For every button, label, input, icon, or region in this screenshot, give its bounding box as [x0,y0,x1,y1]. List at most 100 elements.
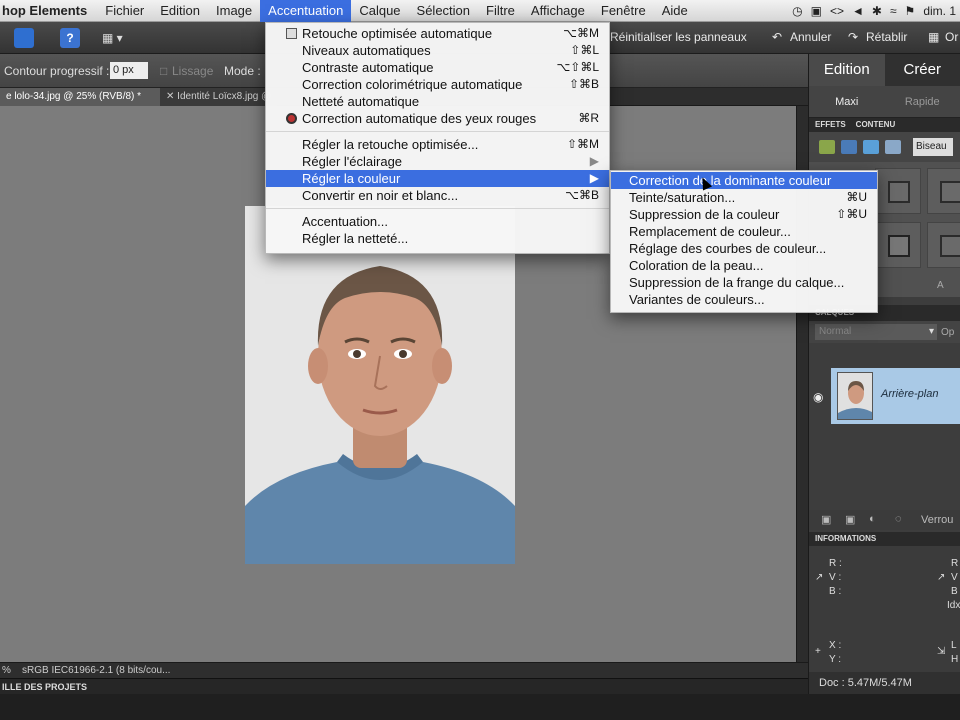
tab-contenu[interactable]: CONTENU [856,118,896,132]
redo-icon[interactable]: ↷ [848,30,858,44]
red-eye-icon [286,113,297,124]
wifi-icon[interactable]: ≈ [890,4,897,18]
tab-edition[interactable]: Edition [809,54,885,86]
menu-accentuation[interactable]: Accentuation [260,0,352,22]
document-photo[interactable] [245,206,515,564]
blend-mode-select[interactable]: Normal ▾ [815,324,937,340]
apply-button[interactable]: A [937,280,944,291]
tab-identite-label: Identité Loïcx8.jpg @ [177,91,272,102]
menu-image[interactable]: Image [208,0,260,22]
feather-label: Contour progressif : [4,64,110,78]
shortcut-label: ⇧⌘L [570,43,599,57]
menu-item-auto-smart-fix[interactable]: Retouche optimisée automatique ⌥⌘M [266,25,609,42]
bevel-thumbnail[interactable] [875,168,921,214]
menu-item-auto-sharpen[interactable]: Netteté automatique [266,93,609,110]
save-icon[interactable] [14,28,34,48]
menu-item-skin-tone[interactable]: Coloration de la peau... [611,257,877,274]
all-effects-icon[interactable] [885,140,901,154]
app-name[interactable]: hop Elements [0,3,97,18]
menu-item-adjust-sharpness[interactable]: Régler la netteté... [266,230,609,247]
menu-affichage[interactable]: Affichage [523,0,593,22]
eye-icon[interactable]: ◉ [813,390,823,404]
close-icon[interactable]: ✕ [166,91,177,102]
undo-icon[interactable]: ↶ [772,30,782,44]
eyedropper-icon[interactable]: ↗ [937,572,945,583]
menu-fenetre[interactable]: Fenêtre [593,0,654,22]
menu-selection[interactable]: Sélection [409,0,478,22]
menu-item-label: Contraste automatique [302,60,434,75]
menu-item-adjust-lighting[interactable]: Régler l'éclairage ▶ [266,153,609,170]
menu-edition[interactable]: Edition [152,0,208,22]
menu-item-label: Variantes de couleurs... [629,292,765,307]
menu-separator [266,208,609,209]
menu-calque[interactable]: Calque [351,0,408,22]
project-bin-header: ILLE DES PROJETS [0,678,808,694]
bevel-thumbnail[interactable] [875,222,921,268]
tab-maxi[interactable]: Maxi [809,86,885,117]
menu-item-auto-red-eye[interactable]: Correction automatique des yeux rouges ⌘… [266,110,609,127]
photo-effects-icon[interactable] [863,140,879,154]
layer-row[interactable]: ◉ Arrière-plan [809,366,960,426]
tab-lolo-34[interactable]: e lolo-34.jpg @ 25% (RVB/8) * [0,88,160,106]
bevel-thumbnail[interactable] [927,168,960,214]
adjustment-layer-icon[interactable]: ▣ [845,513,855,526]
code-icon[interactable]: <> [830,4,844,18]
menu-item-color-variations[interactable]: Variantes de couleurs... [611,291,877,308]
menu-filtre[interactable]: Filtre [478,0,523,22]
menu-item-replace-color[interactable]: Remplacement de couleur... [611,223,877,240]
help-icon[interactable]: ? [60,28,80,48]
menu-item-auto-contrast[interactable]: Contraste automatique ⌥⇧⌘L [266,59,609,76]
tab-rapide[interactable]: Rapide [885,86,960,117]
bluetooth-icon[interactable]: ✱ [872,4,882,18]
color-profile-readout[interactable]: sRGB IEC61966-2.1 (8 bits/cou... [22,663,170,679]
layer-thumbnail [837,372,873,420]
project-bin-label[interactable]: ILLE DES PROJETS [2,679,87,695]
volume-icon[interactable]: ◄ [852,4,864,18]
menu-item-remove-color[interactable]: Suppression de la couleur ⇧⌘U [611,206,877,223]
menu-item-remove-color-cast[interactable]: Correction de la dominante couleur [611,172,877,189]
display-icon[interactable]: ▣ [811,4,822,18]
menu-item-adjust-smart-fix[interactable]: Régler la retouche optimisée... ⇧⌘M [266,136,609,153]
menu-aide[interactable]: Aide [654,0,696,22]
menu-fichier[interactable]: Fichier [97,0,152,22]
clock-text[interactable]: dim. 1 [923,4,956,18]
tab-creer[interactable]: Créer [884,54,960,86]
zoom-readout[interactable]: % [2,663,11,679]
menu-item-label: Suppression de la frange du calque... [629,275,845,290]
info-panel-header: INFORMATIONS [809,532,960,546]
shortcut-label: ⌥⌘M [563,26,599,40]
organizer-icon[interactable]: ▦ [928,30,939,44]
tab-identite-loic[interactable]: ✕ Identité Loïcx8.jpg @ [160,88,278,106]
menu-item-auto-color-correction[interactable]: Correction colorimétrique automatique ⇧⌘… [266,76,609,93]
reset-panels-button[interactable]: Réinitialiser les panneaux [610,30,747,44]
filters-icon[interactable] [819,140,835,154]
clock-icon[interactable]: ◷ [792,4,802,18]
smoothing-checkbox[interactable]: □ [160,64,167,78]
menu-item-color-curves[interactable]: Réglage des courbes de couleur... [611,240,877,257]
auto-smart-fix-icon [286,28,297,39]
lock-label[interactable]: Verrou [921,514,953,526]
feather-input[interactable]: 0 px [110,62,148,79]
tab-effets[interactable]: EFFETS [815,118,846,132]
menu-item-auto-levels[interactable]: Niveaux automatiques ⇧⌘L [266,42,609,59]
flag-icon[interactable]: ⚑ [905,4,916,18]
undo-button[interactable]: Annuler [790,30,831,44]
layer-styles-icon[interactable] [841,140,857,154]
menu-item-defringe[interactable]: Suppression de la frange du calque... [611,274,877,291]
edit-mode-tabs: Maxi Rapide [809,86,960,118]
new-layer-icon[interactable]: ▣ [821,513,831,526]
effects-style-dropdown[interactable]: Biseau [913,138,953,156]
layer-name[interactable]: Arrière-plan [881,388,938,400]
menu-item-hue-saturation[interactable]: Teinte/saturation... ⌘U [611,189,877,206]
menu-item-unsharp-mask[interactable]: Accentuation... [266,213,609,230]
doc-size-readout[interactable]: Doc : 5.47M/5.47M [809,672,960,694]
layout-menu-icon[interactable]: ▦ ▾ [102,28,132,48]
bevel-thumbnail[interactable] [927,222,960,268]
organizer-button[interactable]: Or [945,30,958,44]
eyedropper-icon[interactable]: ↗ [815,572,823,583]
contrast-icon[interactable]: ◐ [869,513,876,525]
redo-button[interactable]: Rétablir [866,30,907,44]
link-icon[interactable]: ◌ [895,513,902,525]
menu-item-adjust-color[interactable]: Régler la couleur ▶ [266,170,609,187]
menu-item-convert-bw[interactable]: Convertir en noir et blanc... ⌥⌘B [266,187,609,204]
